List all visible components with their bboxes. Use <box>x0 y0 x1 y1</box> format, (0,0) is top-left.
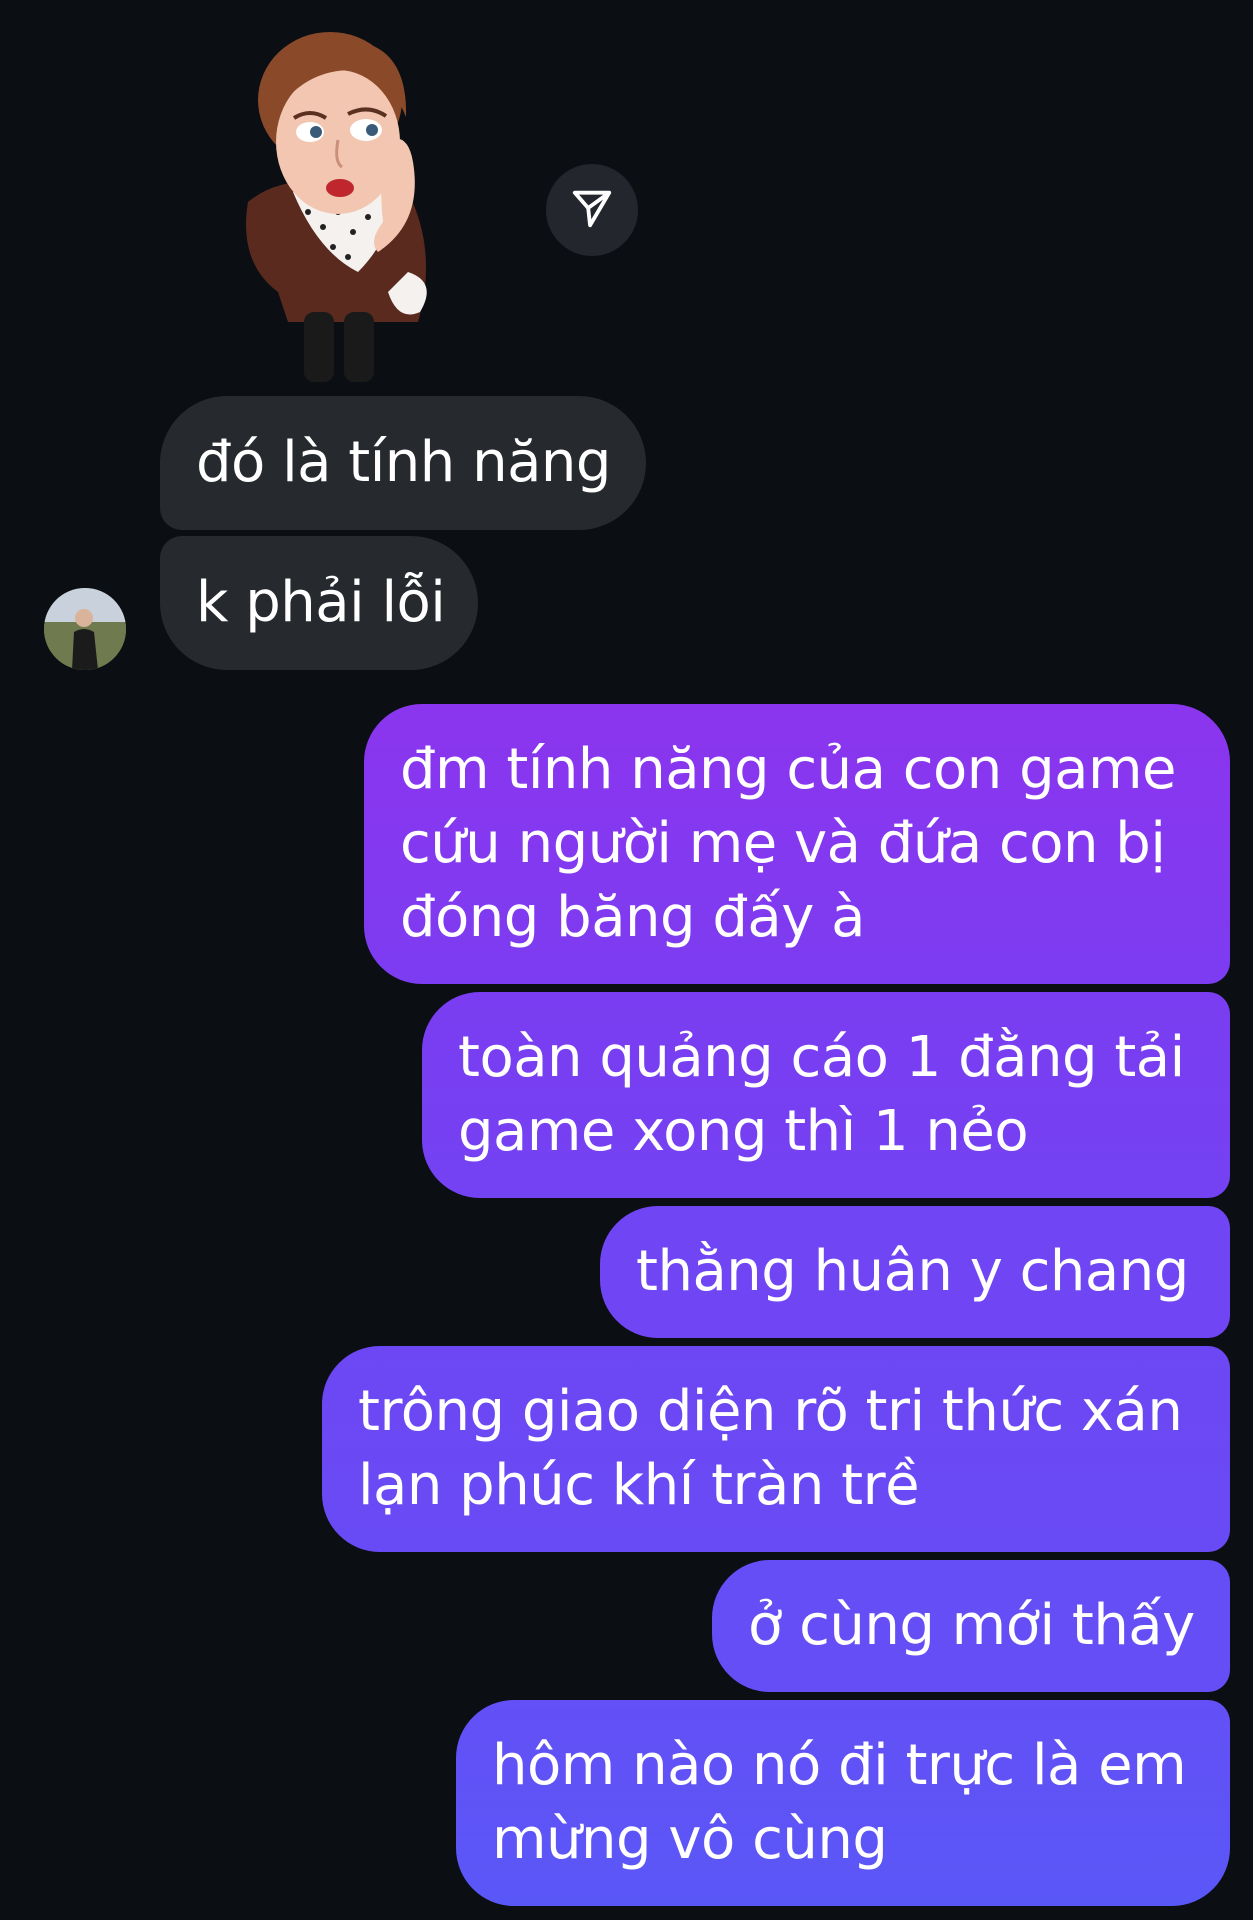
incoming-message[interactable]: đó là tính năng <box>160 396 646 530</box>
message-line: lạn phúc khí tràn trề <box>358 1453 920 1518</box>
message-line: game xong thì 1 nẻo <box>458 1099 1029 1164</box>
chat-screen: đó là tính năng k phải lỗi đm tính năng … <box>0 0 1253 1920</box>
outgoing-message[interactable]: thằng huân y chang <box>600 1206 1230 1338</box>
message-text: k phải lỗi <box>196 570 446 635</box>
message-line: ở cùng mới thấy <box>748 1593 1195 1658</box>
message-line: hôm nào nó đi trực là em <box>492 1733 1187 1798</box>
message-line: đóng băng đấy à <box>400 885 865 950</box>
message-line: trông giao diện rõ tri thức xán <box>358 1379 1183 1444</box>
outgoing-message[interactable]: đm tính năng của con game cứu người mẹ v… <box>364 704 1230 984</box>
message-line: mừng vô cùng <box>492 1807 888 1872</box>
outgoing-message[interactable]: toàn quảng cáo 1 đằng tải game xong thì … <box>422 992 1230 1198</box>
send-icon <box>569 185 615 235</box>
contact-avatar[interactable] <box>44 588 126 670</box>
incoming-message[interactable]: k phải lỗi <box>160 536 478 670</box>
outgoing-message[interactable]: hôm nào nó đi trực là em mừng vô cùng <box>456 1700 1230 1906</box>
message-line: cứu người mẹ và đứa con bị <box>400 811 1166 876</box>
thinking-woman-sticker[interactable] <box>208 22 468 394</box>
share-button[interactable] <box>546 164 638 256</box>
message-line: đm tính năng của con game <box>400 737 1176 802</box>
outgoing-message[interactable]: trông giao diện rõ tri thức xán lạn phúc… <box>322 1346 1230 1552</box>
message-line: thằng huân y chang <box>636 1239 1189 1304</box>
outgoing-message[interactable]: ở cùng mới thấy <box>712 1560 1230 1692</box>
message-line: toàn quảng cáo 1 đằng tải <box>458 1025 1185 1090</box>
message-text: đó là tính năng <box>196 430 611 495</box>
